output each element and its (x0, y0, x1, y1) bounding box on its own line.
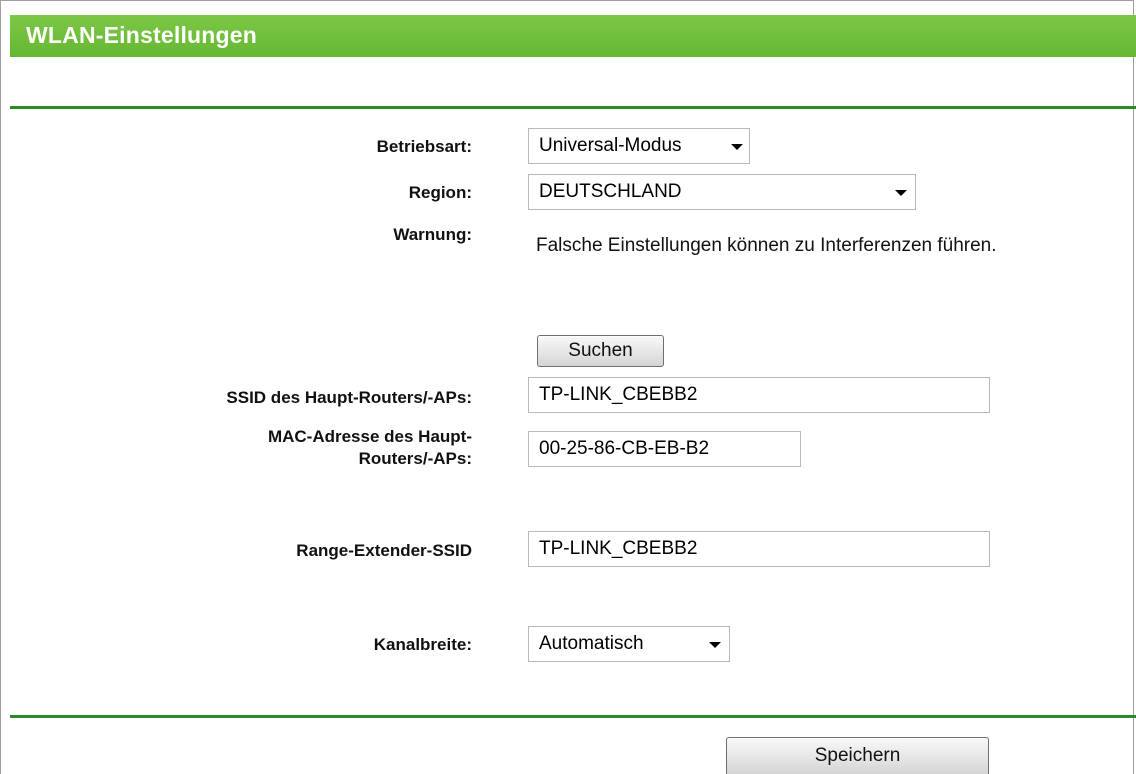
mac-main-label-line2: Routers/-APs: (358, 449, 472, 468)
region-select[interactable]: DEUTSCHLAND (528, 174, 916, 210)
kanalbreite-label: Kanalbreite: (373, 635, 472, 654)
ssid-main-input[interactable]: TP-LINK_CBEBB2 (528, 377, 990, 413)
betriebsart-select[interactable]: Universal-Modus (528, 128, 750, 164)
chevron-down-icon (895, 190, 907, 196)
betriebsart-value: Universal-Modus (539, 135, 682, 156)
extender-ssid-label: Range-Extender-SSID (296, 541, 472, 560)
page-title: WLAN-Einstellungen (26, 22, 258, 48)
search-button[interactable]: Suchen (537, 335, 664, 367)
betriebsart-label: Betriebsart: (376, 137, 472, 156)
warnung-label: Warnung: (393, 225, 472, 244)
chevron-down-icon (709, 642, 721, 648)
kanalbreite-select[interactable]: Automatisch (528, 626, 730, 662)
region-value: DEUTSCHLAND (539, 181, 682, 202)
chevron-down-icon (731, 144, 743, 150)
extender-ssid-input[interactable]: TP-LINK_CBEBB2 (528, 531, 990, 567)
mac-main-label: MAC-Adresse des Haupt- Routers/-APs: (150, 426, 472, 470)
mac-main-label-line1: MAC-Adresse des Haupt- (267, 427, 472, 446)
bottom-divider (10, 715, 1136, 718)
mac-main-input[interactable]: 00-25-86-CB-EB-B2 (528, 431, 801, 467)
kanalbreite-value: Automatisch (539, 633, 644, 654)
top-divider (10, 106, 1136, 109)
ssid-main-label: SSID des Haupt-Routers/-APs: (226, 388, 472, 407)
region-label: Region: (408, 183, 472, 202)
header-bar: WLAN-Einstellungen (10, 15, 1136, 57)
warnung-text: Falsche Einstellungen können zu Interfer… (536, 235, 997, 256)
save-button[interactable]: Speichern (726, 737, 989, 774)
